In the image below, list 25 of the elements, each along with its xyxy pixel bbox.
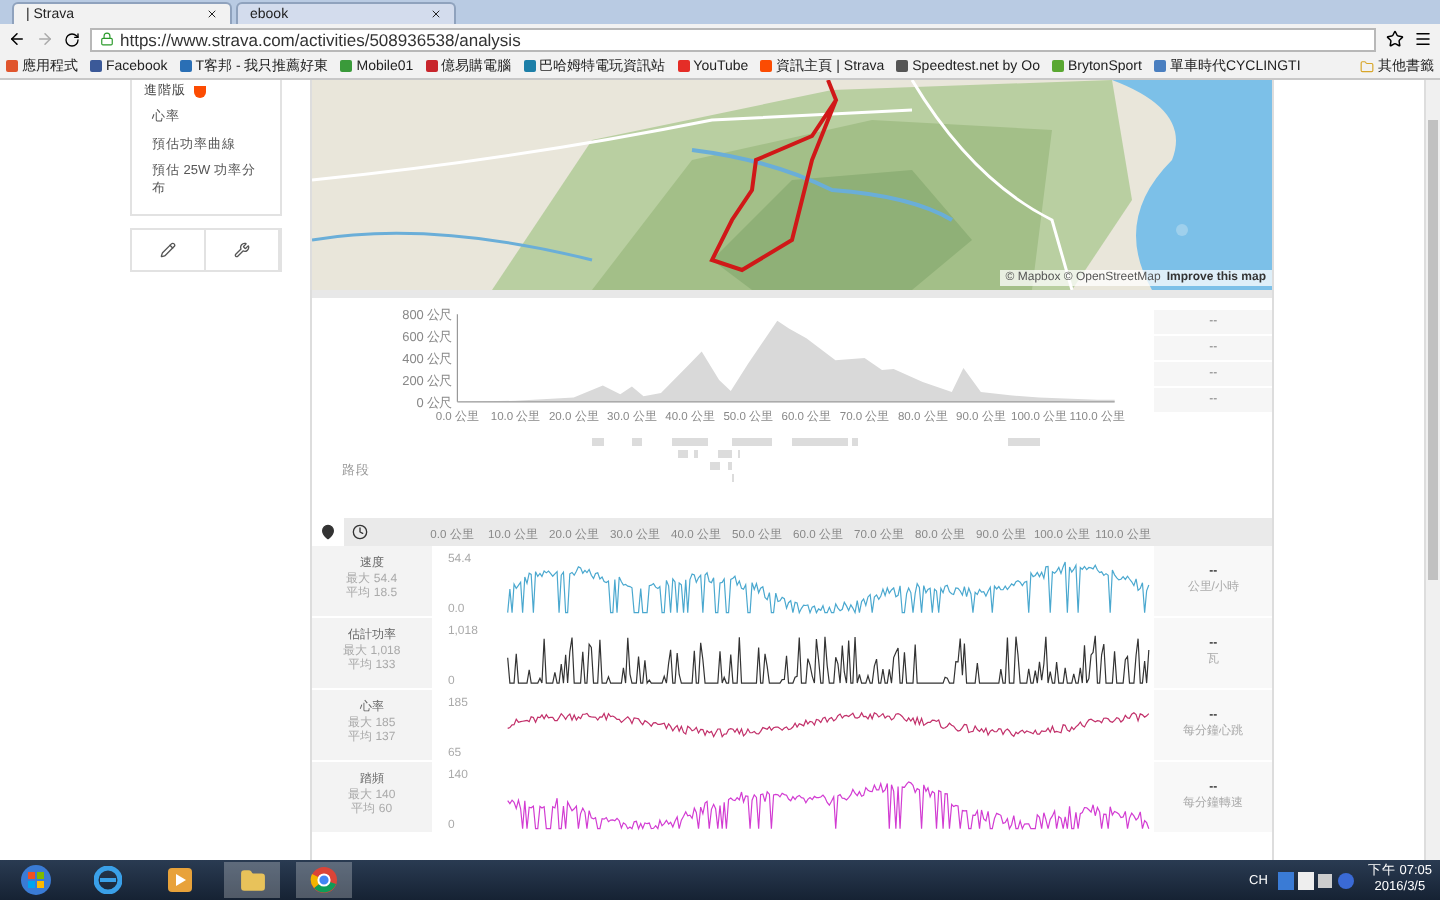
address-field[interactable]: https://www.strava.com/activities/508936538/analysis (90, 27, 1376, 51)
chrome-logo-icon (310, 866, 338, 894)
tray-icons-drawing (1277, 871, 1358, 889)
globe-e-icon (94, 866, 122, 894)
file-explorer-button[interactable] (224, 862, 280, 898)
close-icon[interactable] (206, 8, 218, 20)
y-axis (456, 313, 458, 403)
play-icon (168, 868, 192, 892)
pin-icon (320, 524, 336, 540)
folder-icon (1360, 59, 1374, 73)
lock-icon (100, 32, 114, 46)
wrench-icon (234, 242, 250, 259)
star-icon[interactable] (1386, 30, 1404, 48)
premium-badge-icon (194, 86, 206, 99)
folder-icon (239, 867, 265, 893)
pencil-icon (160, 242, 176, 259)
clock-icon (352, 524, 368, 540)
scrollbar[interactable] (1424, 80, 1440, 860)
distance-tab[interactable] (312, 518, 344, 546)
menu-icon[interactable] (1414, 30, 1432, 48)
windows-logo-icon (20, 864, 52, 896)
back-icon[interactable] (8, 30, 26, 48)
chrome-taskbar-button[interactable] (296, 862, 352, 898)
reload-icon[interactable] (64, 31, 80, 47)
close-icon[interactable] (430, 8, 442, 20)
